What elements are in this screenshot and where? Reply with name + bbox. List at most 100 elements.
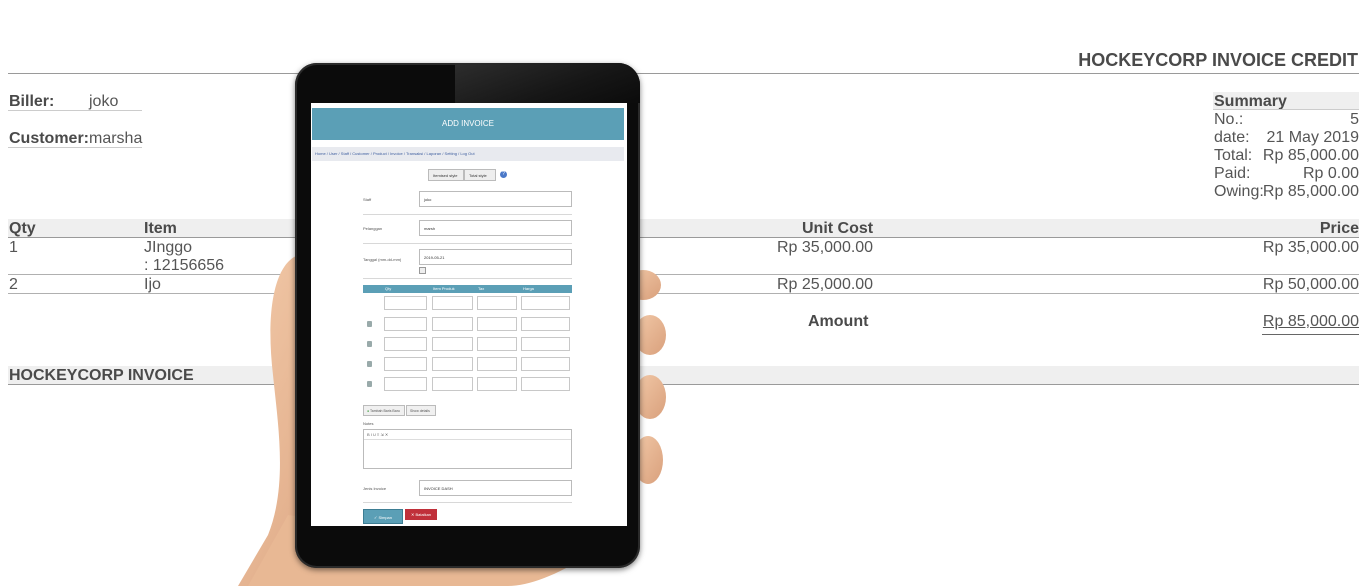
item-input[interactable] <box>432 357 473 371</box>
summary-no-label: No.: <box>1214 111 1244 128</box>
amount-double-underline <box>1262 334 1359 335</box>
item-input[interactable] <box>432 317 473 331</box>
biller-value: joko <box>89 93 119 110</box>
help-icon[interactable]: ? <box>500 171 507 178</box>
qty-input[interactable] <box>384 377 427 391</box>
summary-divider <box>1213 109 1359 110</box>
itemised-style-button[interactable]: Itemised style <box>428 169 464 181</box>
col-header-price: Price <box>1319 220 1359 237</box>
tablet-screen: ADD INVOICE Home / User / Staff / Custom… <box>311 103 627 526</box>
col-header-unit-cost: Unit Cost <box>802 220 874 237</box>
delete-row-icon[interactable] <box>367 381 372 387</box>
qty-input[interactable] <box>384 317 427 331</box>
add-invoice-header: ADD INVOICE <box>312 108 624 140</box>
row2-unit-cost: Rp 25,000.00 <box>777 276 874 293</box>
row1-price: Rp 35,000.00 <box>1262 239 1359 256</box>
summary-date-label: date: <box>1214 129 1250 146</box>
customer-field[interactable]: marsh <box>419 220 572 236</box>
footer-title: HOCKEYCORP INVOICE <box>9 367 194 384</box>
field-separator <box>363 243 572 244</box>
summary-no-value: 5 <box>1350 111 1359 128</box>
tablet-glare <box>455 63 640 103</box>
qty-input[interactable] <box>384 357 427 371</box>
tablet-col-qty: Qty <box>385 286 392 291</box>
price-input[interactable] <box>521 317 570 331</box>
field-separator <box>363 214 572 215</box>
col-header-qty: Qty <box>9 220 36 237</box>
tax-input[interactable] <box>477 377 517 391</box>
customer-label: Customer: <box>9 130 90 147</box>
date-field[interactable]: 2019-05-21 <box>419 249 572 265</box>
staff-field[interactable]: joko <box>419 191 572 207</box>
summary-date-row: date: 21 May 2019 <box>1214 129 1359 147</box>
row1-qty: 1 <box>9 239 18 256</box>
summary-paid-label: Paid: <box>1214 165 1251 182</box>
price-input[interactable] <box>521 357 570 371</box>
biller-label: Biller: <box>9 93 55 110</box>
tablet-nav-breadcrumb[interactable]: Home / User / Staff / Customer / Product… <box>312 147 624 161</box>
customer-value: marsha <box>89 130 143 147</box>
row1-item: JInggo <box>144 239 193 256</box>
footer-band <box>8 366 1359 384</box>
tablet-col-item: Item Produk <box>433 286 455 291</box>
item-input[interactable] <box>432 377 473 391</box>
delete-row-icon[interactable] <box>367 361 372 367</box>
col-header-item: Item <box>144 220 177 237</box>
price-input[interactable] <box>521 337 570 351</box>
tax-input[interactable] <box>477 337 517 351</box>
item-input[interactable] <box>432 337 473 351</box>
amount-label: Amount <box>808 313 869 330</box>
tax-input[interactable] <box>477 317 517 331</box>
biller-underline <box>8 110 142 111</box>
row2-qty: 2 <box>9 276 18 293</box>
itemised-style-label: Itemised style <box>433 173 458 178</box>
summary-total-row: Total: Rp 85,000.00 <box>1214 147 1359 165</box>
tablet-col-tax: Tax <box>478 286 485 291</box>
tax-input[interactable] <box>477 357 517 371</box>
item-input[interactable] <box>432 296 473 310</box>
notes-editor[interactable]: B I U ≡ ⇲ ✕ <box>363 429 572 469</box>
delete-row-icon[interactable] <box>367 321 372 327</box>
summary-total-value: Rp 85,000.00 <box>1262 147 1359 164</box>
title-divider <box>8 73 1359 74</box>
show-details-button[interactable]: Show details <box>406 405 436 416</box>
row1-unit-cost: Rp 35,000.00 <box>777 239 874 256</box>
staff-label: Staff <box>363 197 372 202</box>
total-style-button[interactable]: Total style <box>464 169 496 181</box>
customer-underline <box>8 147 142 148</box>
add-icon: ● <box>367 409 370 413</box>
summary-owing-label: Owing: <box>1214 183 1264 200</box>
delete-row-icon[interactable] <box>367 341 372 347</box>
table-header-band <box>8 219 1359 237</box>
cancel-button[interactable]: ✕ Batalkan <box>405 509 437 520</box>
save-button[interactable]: ✓ Simpan <box>363 509 403 524</box>
qty-input[interactable] <box>384 337 427 351</box>
add-row-label: Tambah Baris Baru <box>370 409 400 413</box>
customer-field-label: Pelanggan <box>363 226 383 231</box>
price-input[interactable] <box>521 377 570 391</box>
summary-no-row: No.: 5 <box>1214 111 1359 129</box>
tax-input[interactable] <box>477 296 517 310</box>
footer-divider <box>8 384 1359 385</box>
field-separator <box>363 278 572 279</box>
row1-divider <box>8 274 1359 275</box>
summary-paid-row: Paid: Rp 0.00 <box>1214 165 1359 183</box>
summary-date-value: 21 May 2019 <box>1266 129 1359 146</box>
invoice-title: HOCKEYCORP INVOICE CREDIT <box>1078 50 1358 70</box>
calendar-icon[interactable] <box>419 267 426 274</box>
add-row-button[interactable]: ● Tambah Baris Baru <box>363 405 405 416</box>
notes-toolbar[interactable]: B I U ≡ ⇲ ✕ <box>364 430 571 440</box>
summary-total-label: Total: <box>1214 147 1253 164</box>
notes-label: Notes <box>363 421 374 426</box>
amount-value: Rp 85,000.00 <box>1262 313 1359 330</box>
summary-owing-value: Rp 85,000.00 <box>1262 183 1359 200</box>
invoice-type-select[interactable]: INVOICE DASH <box>419 480 572 496</box>
row2-price: Rp 50,000.00 <box>1262 276 1359 293</box>
qty-input[interactable] <box>384 296 427 310</box>
tablet-items-table-header: Qty Item Produk Tax Harga <box>363 285 572 293</box>
price-input[interactable] <box>521 296 570 310</box>
show-details-label: Show details <box>410 409 430 413</box>
date-label: Tanggal (mm-dd-mm) <box>363 257 402 262</box>
summary-owing-row: Owing: Rp 85,000.00 <box>1214 183 1359 201</box>
invoice-type-label: Jenis Invoice <box>363 486 387 491</box>
